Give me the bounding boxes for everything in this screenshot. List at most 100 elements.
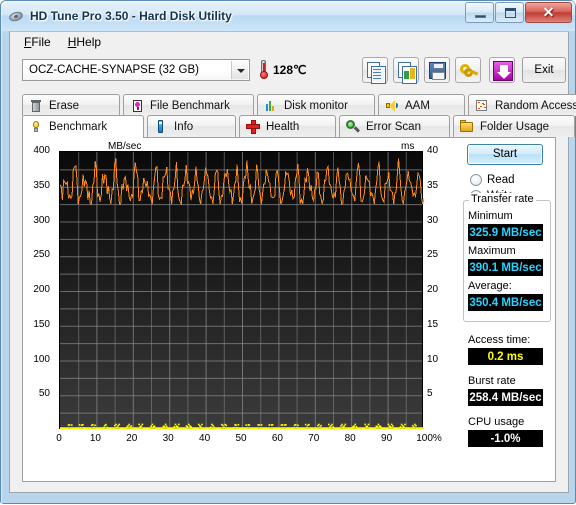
- tab-erase[interactable]: Erase: [22, 94, 120, 116]
- y-tick-label: 150: [33, 318, 50, 330]
- menu-bar: FFile HHelp: [10, 32, 568, 52]
- tab-folder-usage[interactable]: Folder Usage: [453, 115, 575, 137]
- bar-chart-icon: [264, 98, 278, 113]
- controls-panel: Start Read Write Transfer rate Minimum 3…: [455, 138, 555, 481]
- lightbulb-icon: [29, 120, 43, 134]
- random-dots-icon: [475, 99, 489, 113]
- copy-image-button[interactable]: [393, 57, 419, 84]
- file-benchmark-icon: [130, 99, 144, 113]
- tab-aam[interactable]: AAM: [378, 94, 465, 116]
- y2-tick-label: 10: [427, 353, 439, 365]
- maximize-button[interactable]: [495, 2, 524, 23]
- y2-tick-label: 5: [427, 388, 433, 400]
- tab-info-label: Info: [174, 120, 194, 133]
- floppy-save-icon: [429, 62, 446, 80]
- trash-icon: [29, 99, 43, 113]
- y-tick-label: 250: [33, 249, 50, 261]
- menu-help-label: Help: [76, 35, 102, 49]
- minimize-icon: [475, 15, 486, 18]
- options-key-button[interactable]: [455, 57, 481, 83]
- menu-file[interactable]: FFile: [16, 33, 60, 51]
- tab-aam-label: AAM: [405, 99, 430, 112]
- cpu-usage-label: CPU usage: [468, 416, 525, 428]
- y-tick-label: 200: [33, 284, 50, 295]
- window-title: HD Tune Pro 3.50 - Hard Disk Utility: [30, 9, 232, 23]
- maximum-label: Maximum: [468, 245, 516, 257]
- tab-health[interactable]: Health: [239, 115, 336, 137]
- tab-random-access[interactable]: Random Access: [468, 94, 576, 116]
- start-button[interactable]: Start: [467, 144, 543, 165]
- x-tick-label: 30: [162, 433, 174, 444]
- minimize-button[interactable]: [465, 2, 494, 23]
- tab-disk-monitor-label: Disk monitor: [284, 99, 348, 112]
- tab-error-scan[interactable]: Error Scan: [339, 115, 450, 137]
- average-value: 350.4 MB/sec: [468, 294, 543, 311]
- transfer-rate-group-label: Transfer rate: [469, 193, 536, 205]
- y2-tick-label: 15: [427, 318, 439, 330]
- tab-folder-usage-label: Folder Usage: [480, 120, 550, 133]
- tab-error-scan-label: Error Scan: [366, 120, 421, 133]
- tab-benchmark-label: Benchmark: [49, 121, 108, 133]
- tab-disk-monitor[interactable]: Disk monitor: [257, 94, 375, 116]
- tab-info[interactable]: Info: [147, 115, 236, 137]
- menu-help[interactable]: HHelp: [60, 33, 110, 51]
- benchmark-chart: MB/sec ms 50 100 150 200 250 300 350 400 5 10 15 2…: [23, 138, 453, 481]
- close-button[interactable]: ✕: [525, 2, 572, 23]
- thermometer-icon: [258, 60, 268, 80]
- red-cross-icon: [246, 119, 260, 134]
- radio-read-label: Read: [487, 174, 515, 186]
- temperature-value: 128℃: [273, 63, 307, 77]
- x-tick-label: 60: [271, 433, 283, 444]
- download-button[interactable]: [489, 57, 515, 83]
- x-tick-label: 50: [235, 433, 247, 444]
- radio-read-dot: [470, 174, 482, 186]
- x-tick-label: 100%: [416, 433, 442, 444]
- x-tick-label: 70: [308, 433, 320, 444]
- tab-file-benchmark-label: File Benchmark: [150, 99, 230, 112]
- save-button[interactable]: [424, 57, 450, 83]
- exit-button[interactable]: Exit: [522, 57, 566, 83]
- info-icon: [154, 119, 168, 134]
- chevron-down-icon[interactable]: [231, 61, 248, 79]
- tab-random-access-label: Random Access: [495, 99, 576, 112]
- drive-select-value: OCZ-CACHE-SYNAPSE (32 GB): [29, 64, 199, 76]
- y2-tick-label: 30: [427, 214, 439, 226]
- maximize-icon: [505, 8, 516, 18]
- tab-row-top: Erase File Benchmark Disk monitor AAM Ra…: [22, 94, 576, 116]
- copy-document-icon: [367, 62, 386, 84]
- y2-tick-label: 25: [427, 249, 439, 261]
- close-icon: ✕: [542, 4, 555, 20]
- x-tick-label: 80: [344, 433, 356, 444]
- drive-select[interactable]: OCZ-CACHE-SYNAPSE (32 GB): [22, 59, 250, 81]
- minimum-label: Minimum: [468, 210, 513, 222]
- y-tick-label: 50: [38, 388, 50, 400]
- x-tick-label: 40: [199, 433, 211, 444]
- speaker-icon: [385, 99, 399, 113]
- tab-benchmark[interactable]: Benchmark: [22, 115, 144, 138]
- copy-to-clipboard-button[interactable]: [362, 57, 388, 84]
- magnifier-icon: [346, 119, 361, 134]
- menu-file-label: File: [31, 35, 51, 49]
- toolbar: OCZ-CACHE-SYNAPSE (32 GB) 128℃ Exit: [10, 52, 568, 94]
- benchmark-panel: MB/sec ms 50 100 150 200 250 300 350 400 5 10 15 2…: [22, 137, 556, 482]
- application-window: HD Tune Pro 3.50 - Hard Disk Utility ✕ F…: [0, 0, 576, 504]
- copy-image-icon: [398, 62, 417, 84]
- y-tick-label: 300: [33, 214, 50, 226]
- radio-read[interactable]: Read: [470, 174, 515, 186]
- maximum-value: 390.1 MB/sec: [468, 259, 543, 276]
- folder-icon: [460, 119, 474, 134]
- y2-tick-label: 20: [427, 284, 439, 295]
- plot-area: [59, 151, 424, 430]
- x-tick-label: 0: [56, 433, 62, 444]
- tab-file-benchmark[interactable]: File Benchmark: [123, 94, 254, 116]
- minimum-value: 325.9 MB/sec: [468, 224, 543, 241]
- key-icon: [460, 63, 479, 78]
- y-tick-label: 400: [33, 145, 50, 156]
- hard-disk-icon: [7, 8, 25, 24]
- burst-rate-value: 258.4 MB/sec: [468, 389, 543, 406]
- x-tick-label: 10: [89, 433, 101, 444]
- x-tick-label: 90: [381, 433, 393, 444]
- tab-erase-label: Erase: [49, 99, 80, 112]
- tab-row-bottom: Benchmark Info Health Error Scan Folder …: [22, 115, 575, 138]
- y-tick-label: 350: [33, 179, 50, 191]
